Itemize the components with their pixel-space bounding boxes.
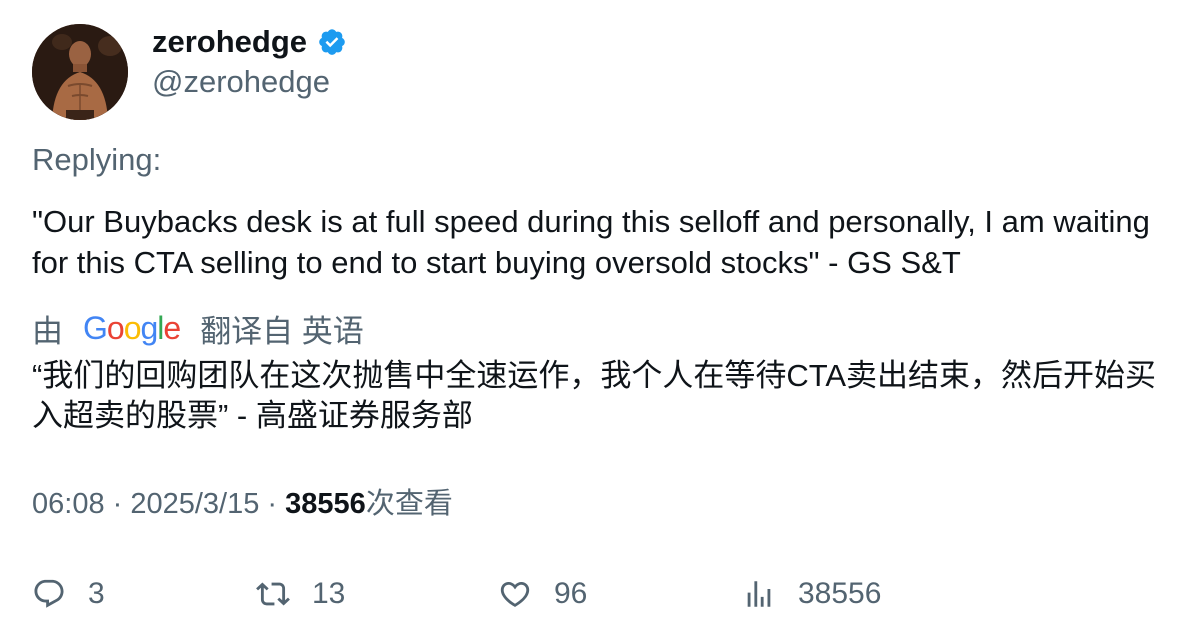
reply-count: 3 xyxy=(88,577,105,610)
reply-button[interactable]: 3 xyxy=(32,570,105,618)
tweet-time[interactable]: 06:08 xyxy=(32,488,105,520)
avatar-image xyxy=(32,24,128,120)
analytics-icon xyxy=(747,581,771,607)
retweet-count: 13 xyxy=(312,577,346,610)
tweet-text: "Our Buybacks desk is at full speed duri… xyxy=(32,204,1150,280)
author-name-row: zerohedge xyxy=(152,22,347,62)
action-bar: 3 13 96 38556 xyxy=(0,570,1196,618)
author-handle[interactable]: @zerohedge xyxy=(152,62,330,102)
translation-attribution[interactable]: 由 Google 翻译自 英语 xyxy=(32,307,364,349)
translation-prefix: 由 xyxy=(32,313,63,349)
like-count: 96 xyxy=(554,577,588,610)
views-action-count: 38556 xyxy=(798,577,882,610)
tweet-date[interactable]: 2025/3/15 xyxy=(130,488,259,520)
retweet-icon xyxy=(256,582,290,606)
meta-separator: · xyxy=(259,488,286,520)
author-display-name[interactable]: zerohedge xyxy=(152,22,307,62)
meta-separator: · xyxy=(104,488,131,520)
replying-label: Replying: xyxy=(32,142,162,177)
retweet-button[interactable]: 13 xyxy=(256,570,345,618)
tweet-meta: 06:08 · 2025/3/15 · 38556次查看 xyxy=(32,484,453,524)
reply-icon xyxy=(34,579,64,608)
google-logo-icon: Google xyxy=(83,309,181,346)
heart-icon xyxy=(500,581,530,607)
author-avatar[interactable] xyxy=(32,24,128,120)
verified-badge-icon xyxy=(317,27,347,57)
translated-text: “我们的回购团队在这次抛售中全速运作，我个人在等待CTA卖出结束，然后开始买入超… xyxy=(32,358,1157,433)
views-label: 次查看 xyxy=(365,488,453,520)
translation-suffix: 翻译自 英语 xyxy=(200,313,364,349)
views-count: 38556 xyxy=(285,488,366,520)
like-button[interactable]: 96 xyxy=(498,570,587,618)
views-button[interactable]: 38556 xyxy=(742,570,881,618)
